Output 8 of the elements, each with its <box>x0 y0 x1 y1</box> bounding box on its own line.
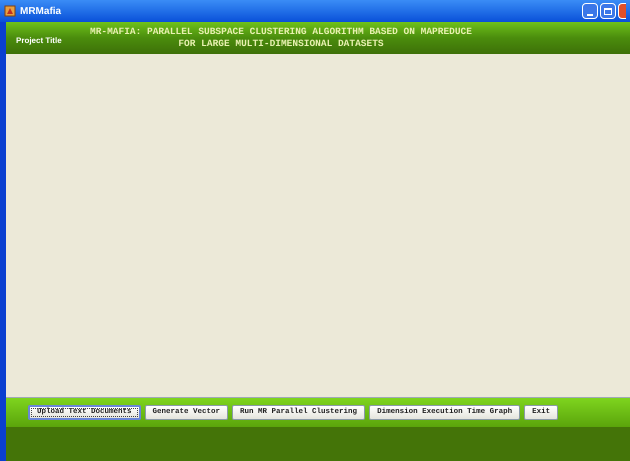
maximize-button[interactable] <box>600 3 616 19</box>
close-button[interactable] <box>618 3 626 19</box>
header-title: FOR LARGE MULTI-DIMENSIONAL DATASETS <box>178 38 384 50</box>
project-title-label: Project Title <box>16 35 63 47</box>
window-title: MRMafia <box>20 4 62 18</box>
app-icon <box>4 5 16 17</box>
header-title: MR-MAFIA: PARALLEL SUBSPACE CLUSTERING ALGORITHM BASED ON MAPREDUCE <box>90 26 472 38</box>
minimize-button[interactable] <box>582 3 598 19</box>
